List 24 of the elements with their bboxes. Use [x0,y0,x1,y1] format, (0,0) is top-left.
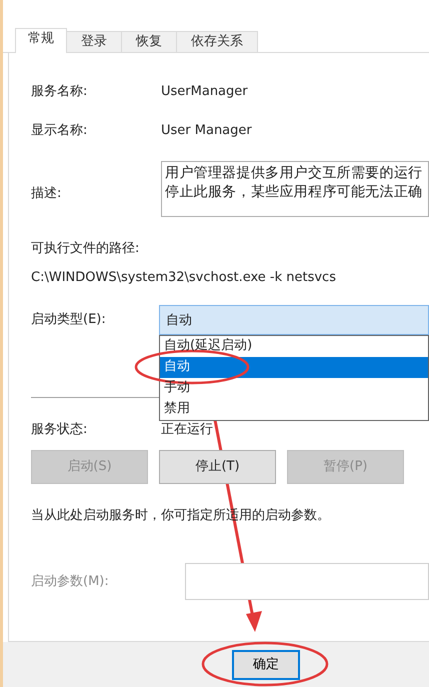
dropdown-option[interactable]: 自动(延迟启动) [160,336,428,357]
dropdown-option[interactable]: 禁用 [160,399,428,420]
field-value: UserManager [161,83,248,101]
field-label: 描述: [31,185,62,204]
description-line: 停止此服务，某些应用程序可能无法正确 [165,183,424,202]
ok-button[interactable]: 确定 [232,650,300,680]
service-button[interactable]: 停止(T) [159,450,276,484]
dropdown-option[interactable]: 自动 [160,357,428,378]
dropdown-option[interactable]: 手动 [160,378,428,399]
field-value: User Manager [161,122,252,140]
tab[interactable]: 恢复 [121,31,177,52]
path-value: C:\WINDOWS\system32\svchost.exe -k netsvcs [31,268,336,286]
description-line: 用户管理器提供多用户交互所需要的运行 [165,164,424,183]
tab[interactable]: 登录 [66,31,122,52]
field-label: 显示名称: [31,122,88,140]
status-value: 正在运行 [161,421,213,439]
startup-type-dropdown[interactable]: 自动 [159,305,429,335]
field-label: 服务状态: [31,421,88,439]
field-label: 可执行文件的路径: [31,240,140,258]
tab[interactable]: 常规 [15,28,67,53]
field-label: 启动参数(M): [31,572,110,591]
field-label: 服务名称: [31,83,88,101]
tab[interactable]: 依存关系 [176,31,258,52]
field-label: 启动类型(E): [31,311,107,330]
